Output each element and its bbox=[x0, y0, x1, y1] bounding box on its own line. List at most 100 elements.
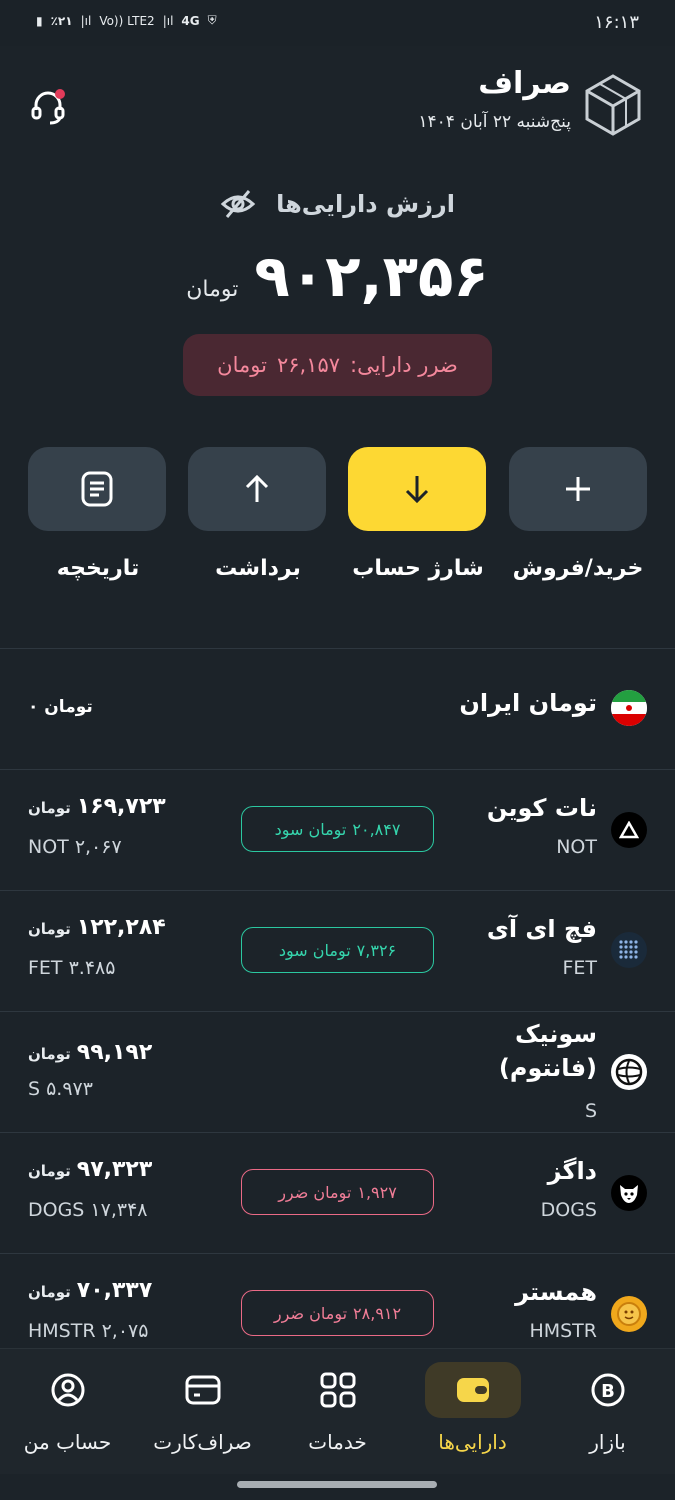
asset-value: تومان ۹۹,۱۹۲ bbox=[28, 1040, 152, 1065]
asset-value: تومان ۹۷,۳۲۳ bbox=[28, 1157, 152, 1182]
plus-icon bbox=[566, 477, 590, 501]
asset-row-dogs[interactable]: داگز DOGS ۱,۹۲۷ تومان ضرر تومان ۹۷,۳۲۳ D… bbox=[0, 1133, 675, 1253]
portfolio-unit: تومان bbox=[186, 277, 239, 302]
nav-services[interactable]: خدمات bbox=[270, 1362, 405, 1454]
eye-off-icon[interactable] bbox=[220, 186, 256, 222]
asset-symbol: FET bbox=[562, 957, 597, 979]
asset-value-number: ۹۷,۳۲۳ bbox=[76, 1157, 153, 1182]
pnl-badge: ۱,۹۲۷ تومان ضرر bbox=[241, 1169, 434, 1215]
card-icon bbox=[185, 1375, 220, 1405]
grid-icon bbox=[320, 1372, 355, 1408]
asset-value-number: ۱۲۲,۲۸۴ bbox=[76, 915, 166, 940]
portfolio-value-row: تومان ۹۰۲,۳۵۶ bbox=[0, 242, 675, 310]
nav-label: حساب من bbox=[23, 1430, 112, 1454]
nav-assets[interactable]: دارایی‌ها bbox=[405, 1362, 540, 1454]
iran-flag-icon bbox=[611, 690, 647, 726]
status-icons: ▮ ٪۲۱ |ıl Vo)) LTE2 |ıl 4G ⛨ bbox=[36, 13, 217, 28]
pnl-badge: ۲۸,۹۱۲ تومان ضرر bbox=[241, 1290, 434, 1336]
pnl-label: تومان سود bbox=[274, 819, 347, 839]
pnl-value: ۲۸,۹۱۲ bbox=[353, 1303, 402, 1323]
asset-name-line2: (فانتوم) bbox=[498, 1054, 597, 1082]
user-icon bbox=[51, 1373, 84, 1407]
asset-symbol: NOT bbox=[556, 836, 597, 858]
asset-quantity: DOGS ۱۷,۳۴۸ bbox=[28, 1199, 148, 1221]
asset-value: تومان ۱۲۲,۲۸۴ bbox=[28, 915, 166, 940]
asset-unit: تومان bbox=[28, 1162, 71, 1180]
asset-amount: ۰ تومان bbox=[28, 697, 93, 717]
loss-unit: تومان bbox=[217, 353, 267, 377]
asset-unit: تومان bbox=[28, 799, 71, 817]
asset-name: تومان ایران bbox=[459, 689, 597, 717]
headset-icon bbox=[31, 89, 65, 125]
asset-quantity: NOT ۲,۰۶۷ bbox=[28, 836, 122, 858]
portfolio-label-row: ارزش دارایی‌ها bbox=[0, 186, 675, 222]
asset-row-fet[interactable]: فچ ای آی FET ۷,۳۲۶ تومان سود تومان ۱۲۲,۲… bbox=[0, 891, 675, 1011]
deposit-button[interactable] bbox=[348, 447, 486, 531]
history-button[interactable] bbox=[28, 447, 166, 531]
pnl-label: تومان ضرر bbox=[273, 1303, 348, 1323]
battery-level: ٪۲۱ bbox=[50, 13, 73, 28]
nav-icon-box bbox=[155, 1362, 251, 1418]
nav-icon-box: B bbox=[560, 1362, 656, 1418]
sonic-icon bbox=[611, 1054, 647, 1090]
asset-value-number: ۷۰,۳۳۷ bbox=[76, 1278, 153, 1303]
asset-row-s[interactable]: سونیک (فانتوم) S تومان ۹۹,۱۹۲ S ۵.۹۷۳ bbox=[0, 1012, 675, 1132]
asset-symbol: DOGS bbox=[540, 1199, 597, 1221]
arrow-up-icon bbox=[245, 474, 269, 502]
asset-quantity: HMSTR ۲,۰۷۵ bbox=[28, 1320, 149, 1342]
nav-market[interactable]: B بازار bbox=[540, 1362, 675, 1454]
hamster-icon bbox=[611, 1296, 647, 1332]
nav-label: صراف‌کارت bbox=[153, 1430, 252, 1454]
nav-icon-box bbox=[424, 1362, 521, 1418]
header-date: پنج‌شنبه ۲۲ آبان ۱۴۰۴ bbox=[418, 112, 571, 132]
nav-label: خدمات bbox=[308, 1430, 367, 1454]
pnl-label: تومان ضرر bbox=[278, 1182, 352, 1202]
signal-icon: |ıl bbox=[80, 13, 92, 28]
arrow-down-icon bbox=[405, 476, 429, 504]
asset-name: همستر bbox=[515, 1278, 597, 1306]
portfolio-label: ارزش دارایی‌ها bbox=[276, 190, 455, 218]
app-logo bbox=[585, 74, 641, 136]
buy-sell-button[interactable] bbox=[509, 447, 647, 531]
asset-name-line1: سونیک bbox=[514, 1020, 597, 1048]
home-indicator[interactable] bbox=[237, 1481, 437, 1488]
asset-value: تومان ۱۶۹,۷۲۳ bbox=[28, 794, 166, 819]
pnl-value: ۲۰,۸۴۷ bbox=[352, 819, 401, 839]
volte-label: Vo)) LTE2 bbox=[99, 13, 155, 28]
notcoin-icon bbox=[611, 812, 647, 848]
signal-icon-2: |ıl bbox=[162, 13, 174, 28]
network-type: 4G bbox=[181, 13, 200, 28]
status-time: ۱۶:۱۳ bbox=[594, 12, 639, 33]
pnl-badge: ۷,۳۲۶ تومان سود bbox=[241, 927, 434, 973]
dogs-icon bbox=[611, 1175, 647, 1211]
svg-text:B: B bbox=[601, 1381, 615, 1402]
portfolio-value: ۹۰۲,۳۵۶ bbox=[254, 242, 489, 310]
withdraw-button[interactable] bbox=[188, 447, 326, 531]
nav-label: بازار bbox=[589, 1430, 626, 1454]
buy-sell-label: خرید/فروش bbox=[512, 556, 644, 581]
asset-row-not[interactable]: نات کوین NOT ۲۰,۸۴۷ تومان سود تومان ۱۶۹,… bbox=[0, 770, 675, 890]
history-label: تاریخچه bbox=[56, 556, 140, 581]
pnl-value: ۷,۳۲۶ bbox=[356, 940, 397, 960]
nav-icon-box bbox=[20, 1362, 116, 1418]
asset-symbol: S bbox=[584, 1100, 597, 1122]
pnl-badge: ۲۰,۸۴۷ تومان سود bbox=[241, 806, 434, 852]
asset-value: تومان ۷۰,۳۳۷ bbox=[28, 1278, 152, 1303]
nav-account[interactable]: حساب من bbox=[0, 1362, 135, 1454]
portfolio-loss-badge: ضرر دارایی: ۲۶,۱۵۷ تومان bbox=[183, 334, 492, 396]
asset-name: داگز bbox=[547, 1157, 597, 1185]
app-title: صراف bbox=[478, 66, 571, 101]
bitcoin-icon: B bbox=[591, 1373, 624, 1407]
asset-quantity: S ۵.۹۷۳ bbox=[28, 1078, 93, 1100]
pnl-value: ۱,۹۲۷ bbox=[357, 1182, 397, 1202]
nav-card[interactable]: صراف‌کارت bbox=[135, 1362, 270, 1454]
support-button[interactable] bbox=[28, 86, 68, 126]
vpn-icon: ⛨ bbox=[207, 13, 217, 27]
asset-unit: تومان bbox=[28, 1045, 71, 1063]
history-icon bbox=[81, 471, 113, 507]
asset-row-irt[interactable]: تومان ایران ۰ تومان bbox=[0, 649, 675, 769]
pnl-label: تومان سود bbox=[278, 940, 351, 960]
asset-value-number: ۱۶۹,۷۲۳ bbox=[76, 794, 166, 819]
withdraw-label: برداشت bbox=[215, 556, 301, 581]
asset-quantity: FET ۳.۴۸۵ bbox=[28, 957, 116, 979]
